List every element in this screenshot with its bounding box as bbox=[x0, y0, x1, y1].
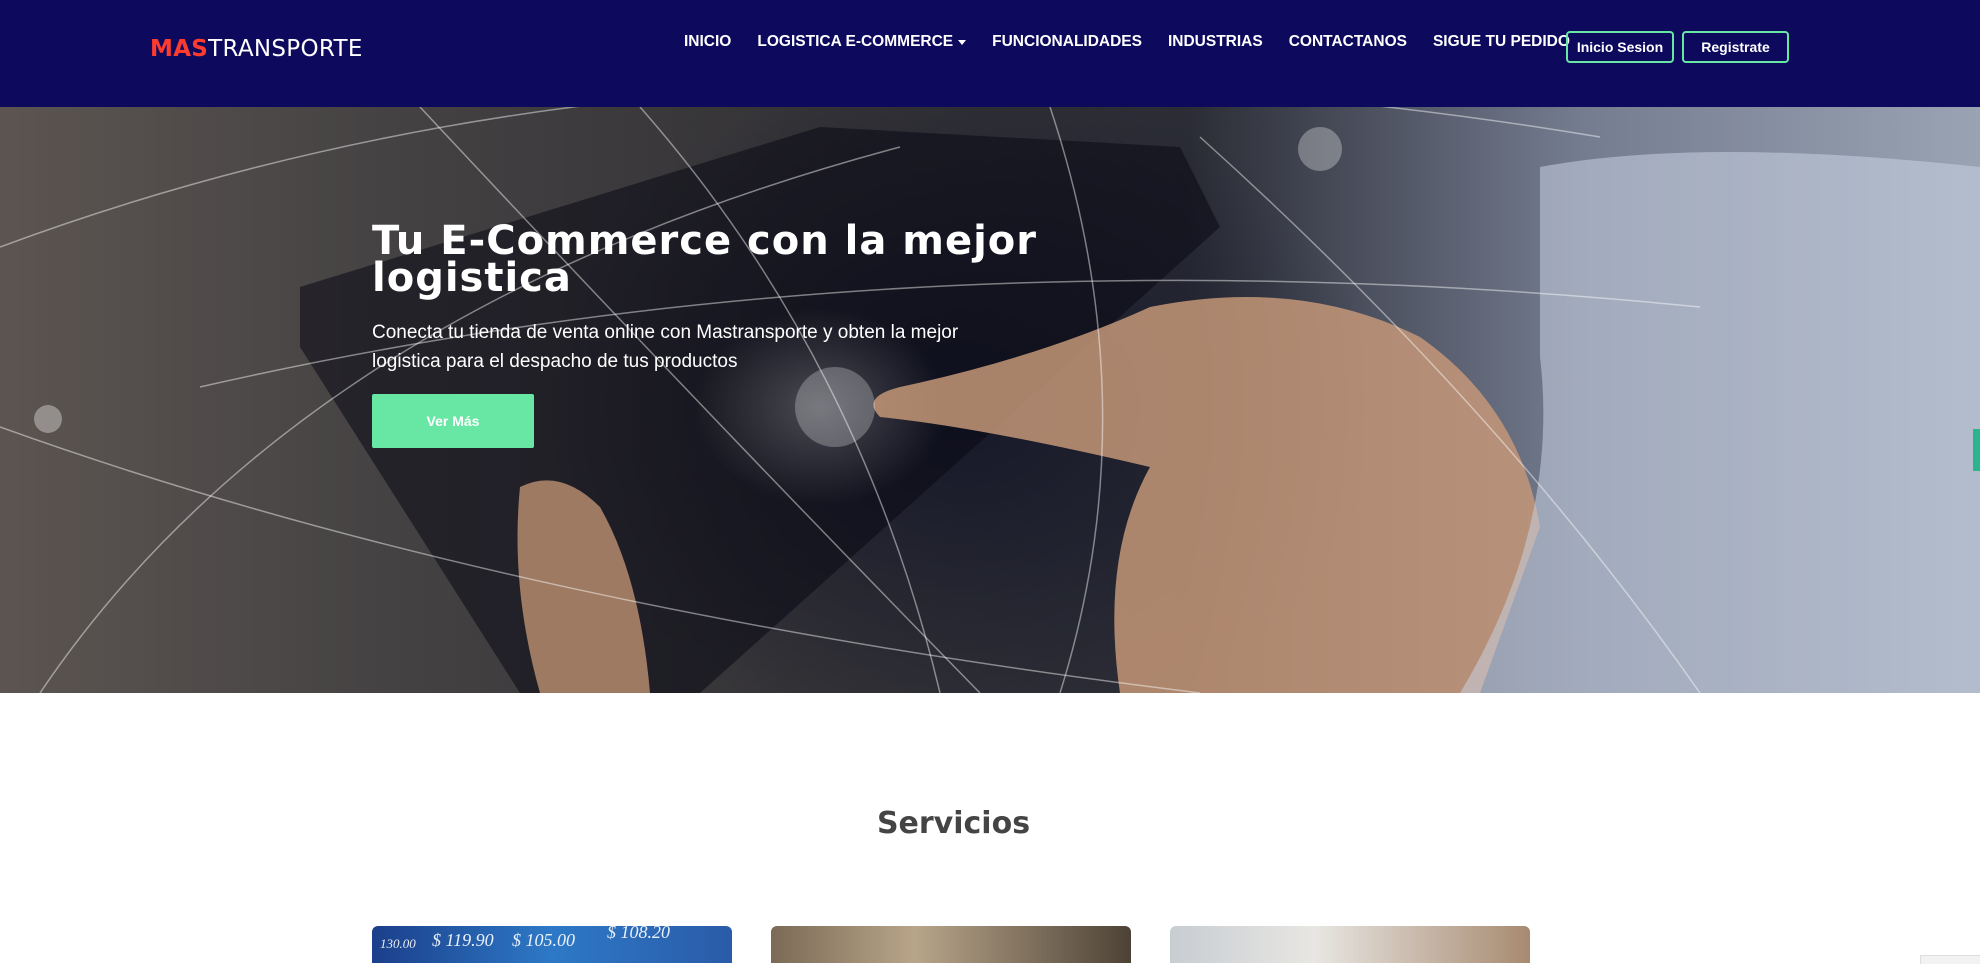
nav-logistica-label: LOGISTICA E-COMMERCE bbox=[757, 33, 954, 50]
logo-transporte: TRANSPORTE bbox=[208, 36, 363, 62]
nav-inicio[interactable]: INICIO bbox=[684, 33, 731, 51]
login-button[interactable]: Inicio Sesion bbox=[1566, 31, 1674, 63]
nav-industrias[interactable]: INDUSTRIAS bbox=[1168, 33, 1263, 51]
side-floating-tab[interactable] bbox=[1973, 429, 1980, 471]
price-label: 130.00 bbox=[380, 936, 416, 951]
nav-funcionalidades[interactable]: FUNCIONALIDADES bbox=[992, 33, 1142, 51]
hero-banner: Tu E-Commerce con la mejor logistica Con… bbox=[0, 107, 1980, 693]
top-navbar: MASTRANSPORTE INICIO LOGISTICA E-COMMERC… bbox=[0, 0, 1980, 107]
ver-mas-button[interactable]: Ver Más bbox=[372, 394, 534, 448]
service-card-1[interactable]: 130.00 $ 119.90 $ 105.00 $ 108.20 bbox=[372, 926, 732, 963]
price-label: $ 105.00 bbox=[512, 930, 575, 950]
hero-title: Tu E-Commerce con la mejor logistica bbox=[372, 218, 1037, 301]
price-label: $ 119.90 bbox=[432, 930, 494, 950]
nav-contactanos[interactable]: CONTACTANOS bbox=[1289, 33, 1407, 51]
logo-mas: MAS bbox=[150, 36, 209, 62]
price-label: $ 108.20 bbox=[607, 926, 670, 942]
hero-background-image bbox=[0, 107, 1980, 693]
nav-logistica-ecommerce[interactable]: LOGISTICA E-COMMERCE bbox=[757, 33, 967, 51]
register-button[interactable]: Registrate bbox=[1682, 31, 1789, 63]
service-card-3[interactable] bbox=[1170, 926, 1530, 963]
site-logo[interactable]: MASTRANSPORTE bbox=[150, 36, 363, 62]
chevron-down-icon bbox=[958, 39, 967, 45]
main-nav: INICIO LOGISTICA E-COMMERCE FUNCIONALIDA… bbox=[684, 33, 1596, 51]
nav-sigue-tu-pedido[interactable]: SIGUE TU PEDIDO bbox=[1433, 33, 1570, 51]
services-title: Servicios bbox=[876, 806, 1031, 841]
hero-subtitle: Conecta tu tienda de venta online con Ma… bbox=[372, 322, 959, 372]
service-card-2[interactable] bbox=[771, 926, 1131, 963]
